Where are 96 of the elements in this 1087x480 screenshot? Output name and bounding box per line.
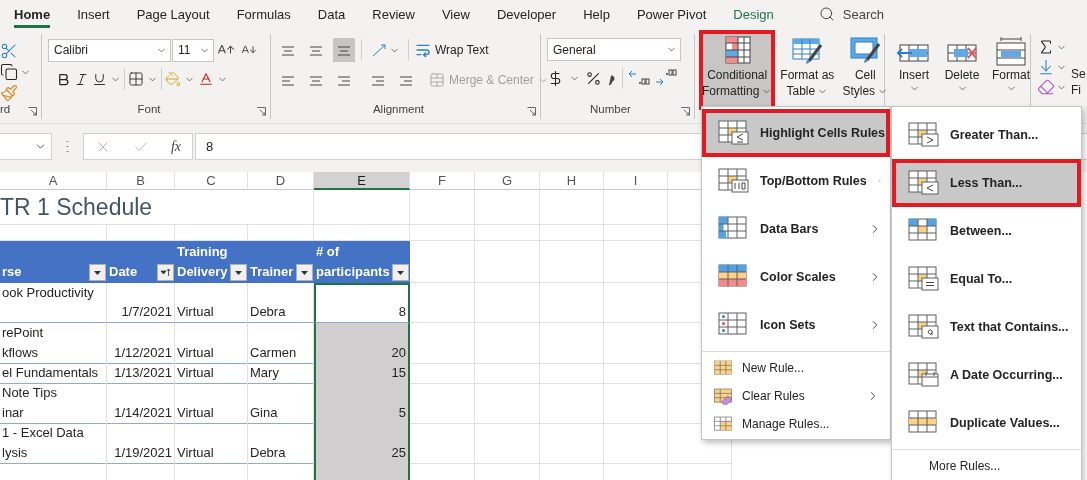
ribbon-tab[interactable]: Formulas bbox=[236, 0, 291, 28]
column-header[interactable]: A bbox=[0, 172, 107, 190]
table-cell: Virtual bbox=[175, 283, 248, 323]
menu-item-label: Clear Rules bbox=[742, 389, 806, 403]
menu-item-label: More Rules... bbox=[929, 459, 1002, 473]
table-cell: 20 bbox=[314, 323, 410, 364]
column-header[interactable]: I bbox=[604, 172, 668, 190]
ribbon-tab[interactable]: Page Layout bbox=[136, 0, 210, 28]
menu-item[interactable]: Between... bbox=[892, 207, 1081, 255]
cells-button[interactable]: Format bbox=[989, 34, 1033, 114]
table-cell: 15 bbox=[314, 363, 410, 384]
menu-item[interactable]: Text that Contains... bbox=[892, 303, 1081, 351]
header-label: rse bbox=[2, 263, 22, 281]
table-cell: ook Productivity bbox=[0, 283, 107, 323]
table-cell: Virtual bbox=[175, 383, 248, 424]
cells-button[interactable]: Insert bbox=[893, 34, 935, 114]
ribbon-tab[interactable]: Power Pivot bbox=[636, 0, 707, 28]
sheet-title: TR 1 Schedule bbox=[0, 190, 248, 225]
column-header[interactable]: H bbox=[540, 172, 604, 190]
menu-item-label: Data Bars bbox=[760, 222, 820, 236]
group-label: Font bbox=[136, 103, 162, 117]
column-header[interactable]: F bbox=[410, 172, 475, 190]
table-cell: 1/13/2021 bbox=[107, 363, 175, 384]
header-label: # of participants bbox=[316, 243, 390, 281]
menu-item[interactable]: More Rules... bbox=[892, 452, 1081, 480]
menu-item-label: Text that Contains... bbox=[950, 320, 1070, 334]
table-cell: 25 bbox=[314, 423, 410, 464]
menu-item[interactable]: A Date Occurring... bbox=[892, 351, 1081, 399]
table-cell: 5 bbox=[314, 383, 410, 424]
ribbon-tab[interactable]: View bbox=[441, 0, 470, 28]
menu-item[interactable]: Color Scales bbox=[702, 253, 890, 301]
column-header[interactable]: E bbox=[314, 172, 410, 190]
ribbon-tab[interactable]: Review bbox=[372, 0, 415, 28]
button-label: Formatting bbox=[702, 83, 760, 99]
table-cell: Virtual bbox=[175, 423, 248, 464]
table-cell: Note Tips inar bbox=[0, 383, 107, 424]
menu-item-label: Manage Rules... bbox=[742, 417, 831, 431]
button-label: Styles bbox=[842, 83, 876, 99]
menu-item[interactable]: Manage Rules... bbox=[702, 410, 890, 438]
menu-item-label: New Rule... bbox=[742, 361, 806, 375]
table-cell: 1/12/2021 bbox=[107, 323, 175, 364]
button-label: Conditional bbox=[707, 67, 768, 83]
menu-item[interactable]: Clear Rules bbox=[702, 382, 890, 410]
table-cell: 1/14/2021 bbox=[107, 383, 175, 424]
wrap-text-button[interactable]: Wrap Text bbox=[415, 38, 489, 62]
ribbon-tab[interactable]: Developer bbox=[496, 0, 557, 28]
menu-item[interactable]: New Rule... bbox=[702, 354, 890, 382]
table-cell: 1/7/2021 bbox=[107, 283, 175, 323]
column-header[interactable]: C bbox=[175, 172, 248, 190]
header-label: Training Delivery bbox=[177, 243, 228, 281]
style-button[interactable]: Format as Table bbox=[777, 30, 838, 110]
table-cell: Virtual bbox=[175, 323, 248, 364]
menu-item-label: Icon Sets bbox=[760, 318, 817, 332]
table-cell: 1/19/2021 bbox=[107, 423, 175, 464]
group-label: rd bbox=[0, 103, 12, 117]
column-header[interactable]: G bbox=[475, 172, 540, 190]
group-label: Alignment bbox=[371, 103, 426, 117]
ribbon-tab[interactable]: Insert bbox=[77, 0, 110, 28]
header-label: Trainer bbox=[250, 263, 294, 281]
menu-item-label: Between... bbox=[950, 224, 1013, 238]
ribbon-tab[interactable]: Data bbox=[317, 0, 346, 28]
button-label: Cell bbox=[854, 67, 876, 83]
menu-item-label: Less Than... bbox=[950, 176, 1024, 190]
table-cell: el Fundamentals bbox=[0, 363, 107, 384]
style-button[interactable]: Conditional Formatting bbox=[699, 30, 776, 110]
column-header[interactable]: B bbox=[107, 172, 175, 190]
header-label: Date bbox=[109, 263, 138, 281]
table-cell: Virtual bbox=[175, 363, 248, 384]
font-size-select[interactable]: 11 bbox=[172, 38, 214, 62]
column-header[interactable]: D bbox=[248, 172, 314, 190]
table-cell: 8 bbox=[314, 283, 410, 323]
menu-item[interactable]: Less Than... bbox=[892, 159, 1081, 207]
menu-item[interactable]: Duplicate Values... bbox=[892, 399, 1081, 447]
menu-item[interactable]: Top/Bottom Rules bbox=[702, 157, 890, 205]
menu-item[interactable]: Equal To... bbox=[892, 255, 1081, 303]
table-cell: 1 - Excel Data lysis bbox=[0, 423, 107, 464]
menu-item-label: Duplicate Values... bbox=[950, 416, 1061, 430]
menu-item-label: Equal To... bbox=[950, 272, 1014, 286]
cells-button[interactable]: Delete bbox=[941, 34, 983, 114]
menu-item[interactable]: Highlight Cells Rules bbox=[702, 109, 890, 157]
menu-item[interactable]: Data Bars bbox=[702, 205, 890, 253]
font-name-select[interactable]: Calibri bbox=[48, 38, 171, 62]
button-label: Format as bbox=[780, 67, 835, 83]
menu-item-label: A Date Occurring... bbox=[950, 368, 1064, 382]
group-label: Number bbox=[589, 103, 632, 117]
ribbon-tab[interactable]: Design bbox=[733, 0, 774, 28]
number-format-select[interactable]: General bbox=[547, 38, 681, 61]
menu-item-label: Top/Bottom Rules bbox=[760, 174, 867, 188]
menu-item-label: Color Scales bbox=[760, 270, 837, 284]
menu-item[interactable]: Icon Sets bbox=[702, 301, 890, 349]
style-button[interactable]: Cell Styles bbox=[839, 30, 892, 110]
button-label: Table bbox=[786, 83, 816, 99]
search-field[interactable]: Search bbox=[842, 6, 884, 22]
sort-filter-button[interactable]: Se Fi bbox=[1071, 34, 1086, 98]
ribbon-tab[interactable]: Help bbox=[583, 0, 610, 28]
insert-function-button[interactable]: fx bbox=[170, 138, 181, 155]
